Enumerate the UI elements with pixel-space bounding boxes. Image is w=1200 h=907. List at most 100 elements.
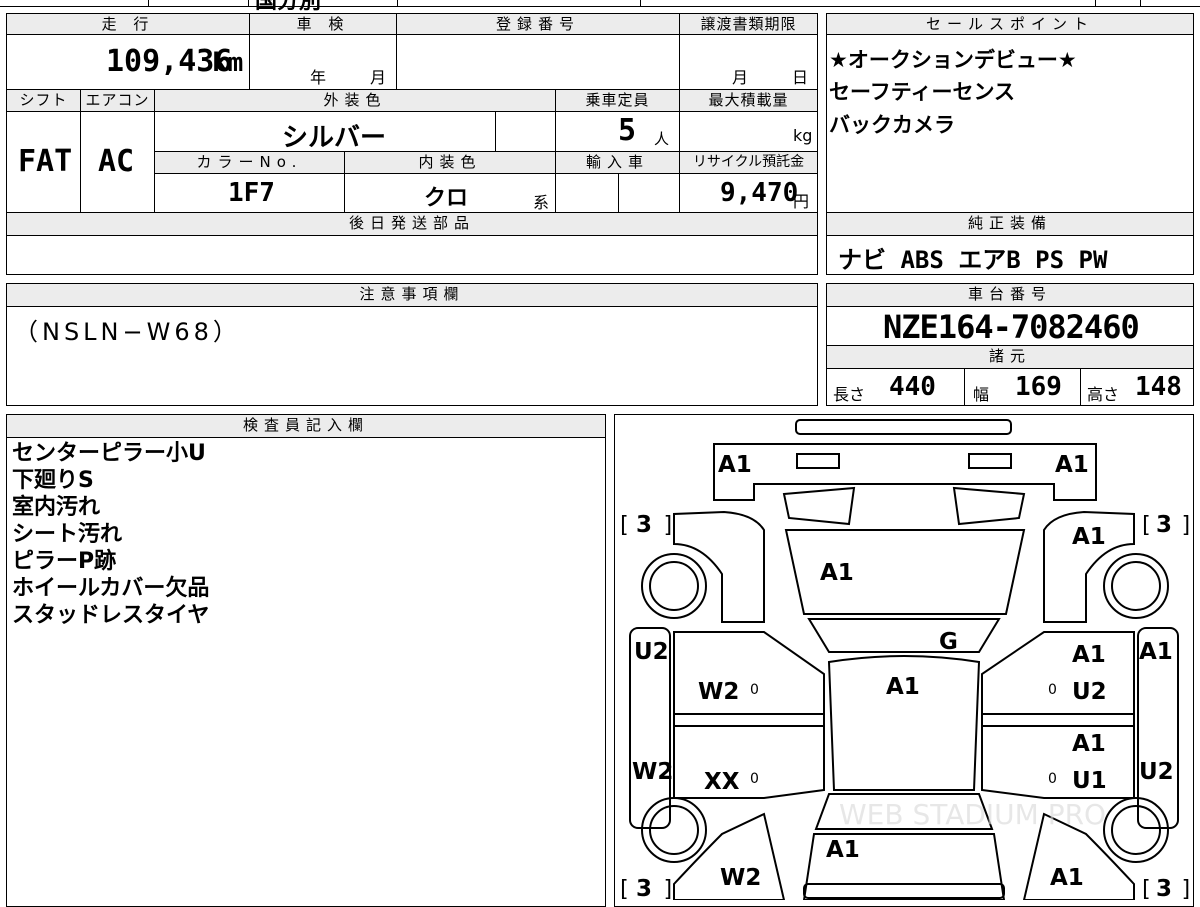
import-cell-b [618,173,680,213]
damage-roof: A1 [886,674,920,700]
capacity-unit: 人 [654,130,670,148]
recycle-unit: 円 [793,192,810,211]
damage-front-right-corner: A1 [1055,452,1089,478]
specs-length-label: 長さ [833,385,866,404]
tire-tread-fl: 3 [636,512,652,538]
tire-tread-rr: 3 [1156,876,1172,900]
registration-cell [396,34,680,90]
specs-header: 諸元 [826,345,1194,369]
zero-mark: 0 [750,771,759,787]
damage-hood: A1 [820,560,854,586]
svg-text:]: ] [662,513,675,538]
max-load-header: 最大積載量 [679,89,818,112]
inspection-header: 車 検 [249,13,397,35]
later-parts-header: 後日発送部品 [6,212,818,236]
specs-length-value: 440 [889,372,936,402]
specs-width-value: 169 [1015,372,1062,402]
genuine-equipment-value: ナビ ABS エアB PS PW [838,246,1108,274]
capacity-header: 乗車定員 [555,89,680,112]
transfer-day-label: 日 [792,68,809,87]
capacity-value: 5 [618,113,637,148]
specs-height-label: 高さ [1087,385,1120,404]
sales-points-cell: ★オークションデビュー★ セーフティーセンス バックカメラ [826,34,1194,213]
chassis-header: 車台番号 [826,283,1194,307]
specs-width-label: 幅 [973,385,990,404]
top-partial-row [0,0,1200,7]
sales-point-line: バックカメラ [829,113,955,137]
specs-height-value: 148 [1135,372,1182,402]
sales-point-line: セーフティーセンス [829,80,1016,104]
damage-front-left-door-outer: U2 [634,639,669,665]
damage-front-right-door-outer: A1 [1139,639,1173,665]
inspection-year-label: 年 [310,68,327,87]
mileage-header: 走 行 [6,13,250,35]
svg-text:]: ] [1180,513,1193,538]
zero-mark: 0 [1048,771,1057,787]
import-cell-a [555,173,619,213]
svg-text:[: [ [1139,513,1152,538]
recycle-value: 9,470 [720,178,799,208]
shift-value: FAT [18,144,73,179]
damage-rear-left-door: XX [704,769,740,795]
registration-header: 登録番号 [396,13,680,35]
notes-value: （NSLN−W68） [14,318,241,346]
damage-trunk: A1 [826,837,860,863]
damage-front-right-door-b: U2 [1072,679,1107,705]
zero-mark: 0 [1048,682,1057,698]
svg-text:[: [ [617,877,630,900]
damage-front-right-door-a: A1 [1072,642,1106,668]
exterior-color-header: 外装色 [154,89,556,112]
transfer-month-label: 月 [732,68,749,87]
damage-front-left-corner: A1 [718,452,752,478]
damage-rear-right-quarter: A1 [1050,865,1084,891]
inspector-note: ピラーP跡 [12,549,117,574]
inspection-month-label: 月 [370,68,387,87]
inspector-cell: センターピラー小U 下廻りS 室内汚れ シート汚れ ピラーP跡 ホイールカバー欠… [6,437,606,907]
zero-mark: 0 [750,682,759,698]
damage-front-right-fender: A1 [1072,524,1106,550]
damage-rear-right-door-a: A1 [1072,731,1106,757]
later-parts-cell [6,235,818,275]
svg-text:]: ] [662,877,675,900]
aircon-value: AC [98,144,135,179]
interior-color-suffix: 系 [533,193,550,212]
inspector-note: 下廻りS [12,468,94,493]
interior-color-value: クロ [424,186,469,211]
aircon-header: エアコン [80,89,155,112]
shift-header: シフト [6,89,81,112]
svg-text:[: [ [1139,877,1152,900]
mileage-unit: km [212,48,244,78]
watermark: WEB STADIUM PRO [839,798,1106,831]
recycle-header: リサイクル預託金 [679,151,818,174]
svg-text:[: [ [617,513,630,538]
color-no-header: カラーNo. [154,151,345,174]
tire-tread-rl: 3 [636,876,652,900]
inspector-header: 検査員記入欄 [6,414,606,438]
max-load-unit: kg [793,126,813,145]
damage-windshield: G [939,629,958,655]
color-no-value: 1F7 [228,178,275,208]
damage-front-left-door: W2 [698,679,739,705]
inspector-note: スタッドレスタイヤ [12,603,210,628]
chassis-number: NZE164-7082460 [883,308,1140,346]
sales-points-header: セールスポイント [826,13,1194,35]
import-header: 輸入車 [555,151,680,174]
damage-rear-right-door-outer: U2 [1139,759,1174,785]
genuine-equipment-header: 純正装備 [826,212,1194,236]
transfer-header: 譲渡書類期限 [679,13,818,35]
svg-text:]: ] [1180,877,1193,900]
inspector-note: ホイールカバー欠品 [12,576,210,601]
inspector-note: 室内汚れ [12,495,101,520]
inspector-note: センターピラー小U [12,441,206,466]
notes-header: 注意事項欄 [6,283,818,307]
car-diagram: [3] [3] [3] [3] A1 A1 A1 A1 G A1 U2 W2 A… [617,419,1193,900]
damage-rear-left-door-outer: W2 [632,759,673,785]
interior-color-header: 内装色 [344,151,556,174]
inspector-note: シート汚れ [12,522,123,547]
sales-point-line: ★オークションデビュー★ [829,48,1077,72]
exterior-color-value: シルバー [282,123,387,153]
damage-rear-left-quarter: W2 [720,865,761,891]
exterior-color-extra-cell [495,111,556,152]
tire-tread-fr: 3 [1156,512,1172,538]
damage-rear-right-door-b: U1 [1072,768,1107,794]
